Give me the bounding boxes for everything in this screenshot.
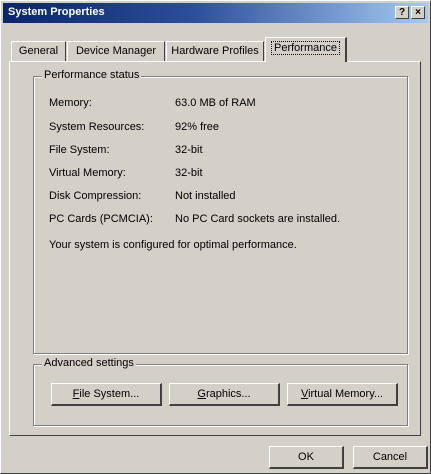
tab-hardware-profiles-label: Hardware Profiles <box>171 45 259 57</box>
virtual-memory-label: Virtual Memory: <box>49 167 126 179</box>
pc-cards-value: No PC Card sockets are installed. <box>175 213 341 225</box>
tab-general[interactable]: General <box>11 41 66 61</box>
graphics-accel: G <box>197 388 206 400</box>
tab-device-manager[interactable]: Device Manager <box>67 41 165 61</box>
tab-device-manager-label: Device Manager <box>75 45 157 57</box>
system-resources-value: 92% free <box>175 121 220 133</box>
disk-compression-label: Disk Compression: <box>49 190 142 202</box>
file-system-button[interactable]: File System... <box>51 383 162 406</box>
memory-label: Memory: <box>49 97 92 109</box>
ok-button[interactable]: OK <box>269 446 344 469</box>
advanced-settings-label: Advanced settings <box>42 357 136 369</box>
window-title: System Properties <box>8 6 105 18</box>
virtual-memory-value: 32-bit <box>175 167 203 179</box>
virtual-memory-button[interactable]: Virtual Memory... <box>287 383 398 406</box>
tab-general-label: General <box>18 45 59 57</box>
file-system-value: 32-bit <box>175 144 203 156</box>
virtual-memory-button-label: irtual Memory... <box>308 388 384 400</box>
tab-performance-label: Performance <box>271 41 340 55</box>
file-system-label: File System: <box>49 144 110 156</box>
memory-value: 63.0 MB of RAM <box>175 97 256 109</box>
performance-status-label: Performance status <box>42 69 142 81</box>
tab-performance[interactable]: Performance <box>265 37 347 62</box>
system-properties-window: System Properties ? × General Device Man… <box>0 0 431 474</box>
tab-hardware-profiles[interactable]: Hardware Profiles <box>166 41 264 61</box>
system-resources-label: System Resources: <box>49 121 145 133</box>
performance-panel: Performance status Memory: 63.0 MB of RA… <box>9 61 421 436</box>
disk-compression-value: Not installed <box>175 190 236 202</box>
pc-cards-label: PC Cards (PCMCIA): <box>49 213 153 225</box>
graphics-button-label: raphics... <box>205 388 251 400</box>
file-system-button-label: ile System... <box>79 388 140 400</box>
title-bar[interactable]: System Properties ? × <box>3 3 428 23</box>
status-message: Your system is configured for optimal pe… <box>49 239 297 251</box>
graphics-button[interactable]: Graphics... <box>169 383 280 406</box>
close-icon[interactable]: × <box>411 6 425 19</box>
help-icon[interactable]: ? <box>395 6 409 19</box>
cancel-button[interactable]: Cancel <box>353 446 428 469</box>
virtual-memory-accel: V <box>300 388 309 400</box>
